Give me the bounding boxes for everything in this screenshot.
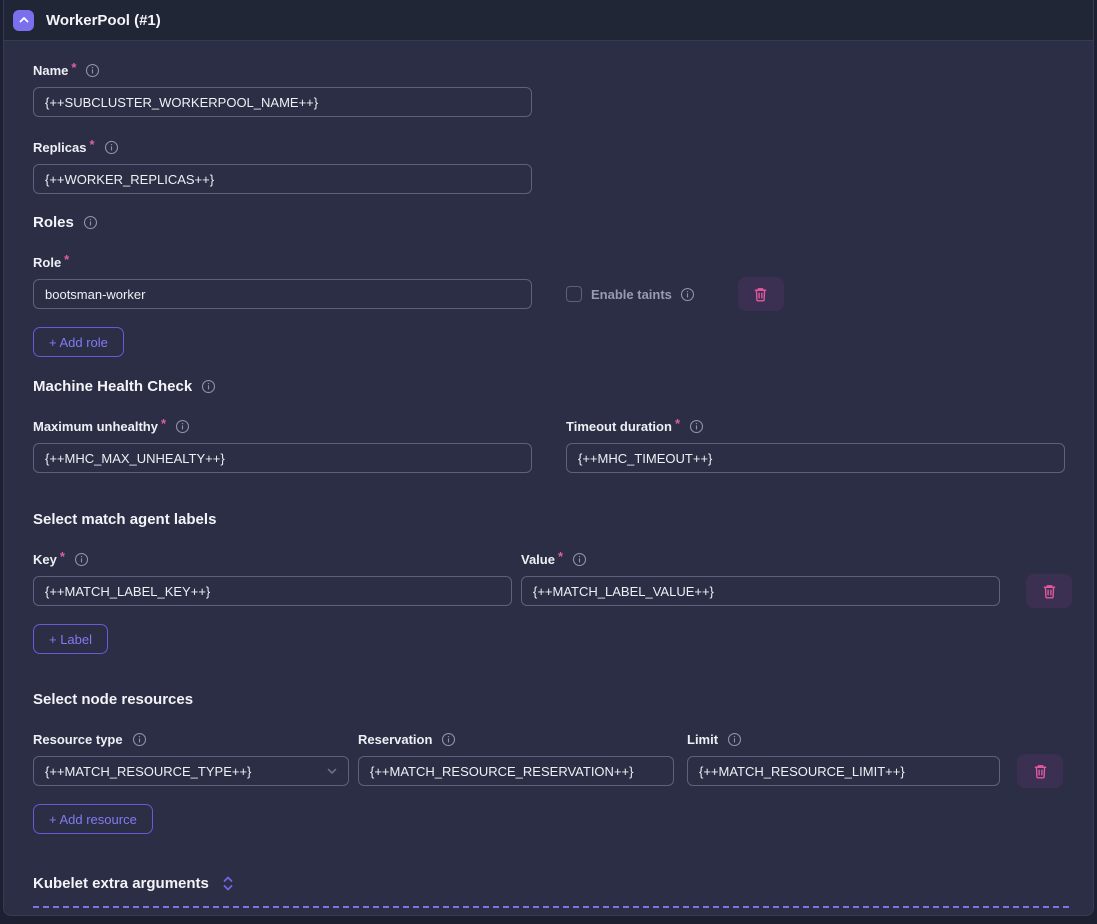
reservation-field-group: Reservation (358, 731, 674, 786)
info-icon[interactable] (85, 63, 100, 78)
replicas-input[interactable] (33, 164, 532, 194)
chevron-down-icon (325, 764, 339, 778)
limit-label: Limit (687, 732, 718, 747)
enable-taints-group: Enable taints (566, 286, 695, 302)
role-input[interactable] (33, 279, 532, 309)
key-field-group: Key * (33, 551, 512, 606)
maximum-unhealthy-input[interactable] (33, 443, 532, 473)
value-input[interactable] (521, 576, 1000, 606)
node-resource-row: Resource type {++MATCH_RESOURCE_TYPE++} (33, 731, 1063, 786)
trash-icon (752, 286, 769, 303)
info-icon[interactable] (175, 419, 190, 434)
value-label: Value (521, 552, 555, 567)
trash-icon (1032, 763, 1049, 780)
required-marker: * (161, 416, 166, 431)
node-resources-section-header: Select node resources (33, 691, 1063, 708)
enable-taints-checkbox[interactable] (566, 286, 582, 302)
match-labels-section-header: Select match agent labels (33, 511, 1063, 528)
add-resource-button[interactable]: + Add resource (33, 804, 153, 834)
reservation-input[interactable] (358, 756, 674, 786)
resource-type-select[interactable]: {++MATCH_RESOURCE_TYPE++} (33, 756, 349, 786)
roles-heading: Roles (33, 214, 74, 231)
panel-body: Name * Replicas * (4, 41, 1093, 915)
role-row: Role * Enable taints (33, 254, 1063, 309)
info-icon[interactable] (132, 732, 147, 747)
workerpool-panel: WorkerPool (#1) Name * Replicas * (3, 0, 1094, 916)
reservation-label: Reservation (358, 732, 432, 747)
name-label: Name (33, 63, 68, 78)
kubelet-heading: Kubelet extra arguments (33, 875, 209, 892)
mhc-section-header: Machine Health Check (33, 378, 1063, 395)
unfold-icon[interactable] (222, 875, 234, 892)
add-role-button[interactable]: + Add role (33, 327, 124, 357)
value-field-group: Value * (521, 551, 1000, 606)
replicas-field-group: Replicas * (33, 139, 1063, 194)
chevron-up-icon (18, 14, 30, 26)
required-marker: * (558, 549, 563, 564)
info-icon[interactable] (83, 215, 98, 230)
required-marker: * (60, 549, 65, 564)
node-resources-heading: Select node resources (33, 691, 193, 708)
info-icon[interactable] (441, 732, 456, 747)
info-icon[interactable] (74, 552, 89, 567)
add-label-button[interactable]: + Label (33, 624, 108, 654)
match-labels-heading: Select match agent labels (33, 511, 216, 528)
section-divider (33, 906, 1069, 908)
name-field-group: Name * (33, 62, 1063, 117)
timeout-duration-label: Timeout duration (566, 419, 672, 434)
key-label: Key (33, 552, 57, 567)
key-input[interactable] (33, 576, 512, 606)
required-marker: * (675, 416, 680, 431)
page: WorkerPool (#1) Name * Replicas * (0, 0, 1097, 924)
resource-type-field-group: Resource type {++MATCH_RESOURCE_TYPE++} (33, 731, 349, 786)
mhc-heading: Machine Health Check (33, 378, 192, 395)
maximum-unhealthy-field-group: Maximum unhealthy * (33, 418, 532, 473)
role-field-group: Role * (33, 254, 532, 309)
name-input[interactable] (33, 87, 532, 117)
info-icon[interactable] (572, 552, 587, 567)
panel-header: WorkerPool (#1) (4, 0, 1093, 41)
match-label-row: Key * Value * (33, 551, 1063, 606)
info-icon[interactable] (104, 140, 119, 155)
collapse-panel-button[interactable] (13, 10, 34, 31)
roles-section-header: Roles (33, 214, 1063, 231)
replicas-label: Replicas (33, 140, 86, 155)
delete-role-button[interactable] (738, 277, 784, 311)
enable-taints-label: Enable taints (591, 287, 672, 302)
timeout-duration-input[interactable] (566, 443, 1065, 473)
resource-type-label: Resource type (33, 732, 123, 747)
info-icon[interactable] (727, 732, 742, 747)
role-label: Role (33, 255, 61, 270)
timeout-duration-field-group: Timeout duration * (566, 418, 1065, 473)
limit-input[interactable] (687, 756, 1000, 786)
mhc-row: Maximum unhealthy * Timeout duration * (33, 418, 1063, 473)
info-icon[interactable] (689, 419, 704, 434)
info-icon[interactable] (680, 287, 695, 302)
resource-type-selected-value: {++MATCH_RESOURCE_TYPE++} (45, 764, 251, 779)
required-marker: * (71, 60, 76, 75)
required-marker: * (64, 252, 69, 267)
delete-label-button[interactable] (1026, 574, 1072, 608)
info-icon[interactable] (201, 379, 216, 394)
maximum-unhealthy-label: Maximum unhealthy (33, 419, 158, 434)
panel-title: WorkerPool (#1) (46, 12, 161, 29)
limit-field-group: Limit (687, 731, 1000, 786)
trash-icon (1041, 583, 1058, 600)
delete-resource-button[interactable] (1017, 754, 1063, 788)
kubelet-section-header: Kubelet extra arguments (33, 875, 1063, 892)
required-marker: * (89, 137, 94, 152)
